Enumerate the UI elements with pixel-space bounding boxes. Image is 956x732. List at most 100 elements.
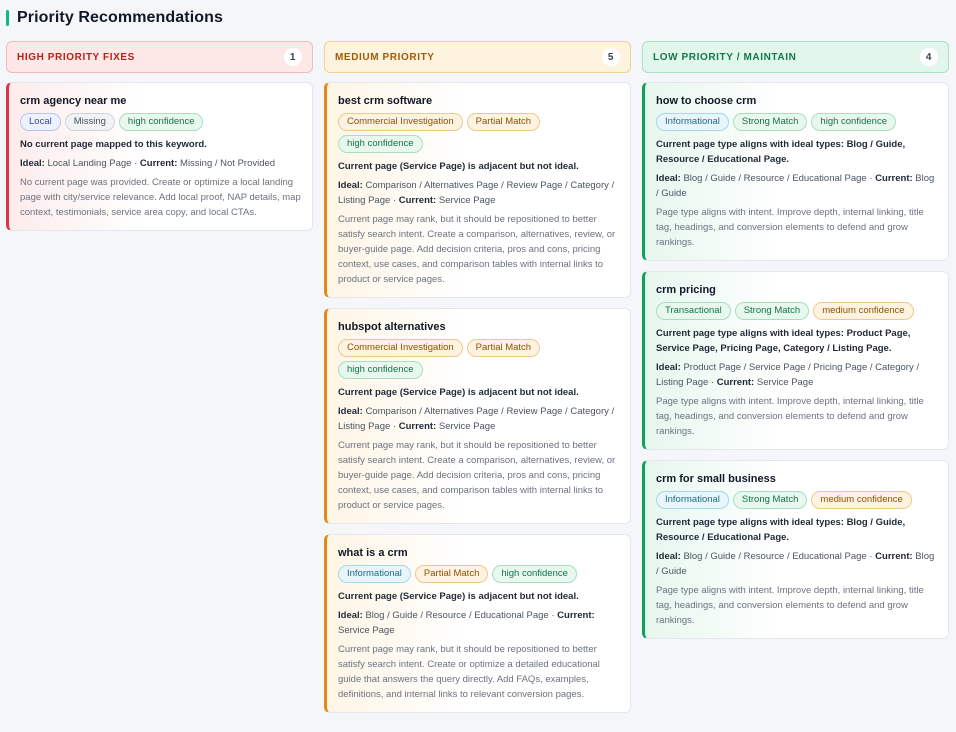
tag-list: Commercial Investigation Partial Match h… (338, 113, 620, 153)
current-label: Current: (557, 610, 595, 621)
ideal-label: Ideal: (656, 551, 681, 562)
intent-tag: Informational (338, 565, 411, 583)
summary-text: Current page type aligns with ideal type… (656, 139, 906, 165)
ideal-current-line: Ideal: Blog / Guide / Resource / Educati… (656, 551, 935, 577)
keyword-title: hubspot alternatives (338, 321, 446, 333)
column-header: LOW PRIORITY / MAINTAIN 4 (642, 41, 949, 73)
ideal-value: Blog / Guide / Resource / Educational Pa… (365, 610, 549, 621)
confidence-tag: high confidence (118, 113, 204, 131)
confidence-tag: high confidence (492, 565, 577, 583)
current-label: Current: (716, 377, 755, 388)
count-badge: 5 (602, 48, 620, 66)
summary-text: Current page type aligns with ideal type… (656, 517, 906, 543)
ideal-value: Blog / Guide / Resource / Educational Pa… (683, 551, 867, 562)
current-value: Missing / Not Provided (180, 158, 276, 169)
ideal-current-line: Ideal: Comparison / Alternatives Page / … (338, 180, 615, 206)
tag-list: Local Missing high confidence (20, 113, 302, 131)
confidence-tag: medium confidence (811, 491, 912, 509)
summary-text: Current page type aligns with ideal type… (656, 328, 911, 354)
count-badge: 4 (920, 48, 938, 66)
current-label: Current: (875, 551, 913, 562)
current-value: Service Page (338, 625, 395, 636)
current-label: Current: (139, 158, 178, 169)
column-title: HIGH PRIORITY FIXES (17, 51, 135, 63)
ideal-label: Ideal: (656, 362, 681, 373)
match-tag: Missing (64, 113, 115, 131)
recommendation-card[interactable]: hubspot alternatives Commercial Investig… (324, 308, 631, 524)
intent-tag: Transactional (656, 302, 731, 320)
summary-text: Current page (Service Page) is adjacent … (338, 591, 579, 602)
page-header: Priority Recommendations (6, 8, 223, 28)
column-high-priority: HIGH PRIORITY FIXES 1 crm agency near me… (6, 41, 313, 231)
page-title: Priority Recommendations (17, 9, 224, 26)
tag-list: Informational Partial Match high confide… (338, 565, 620, 583)
intent-tag: Local (20, 113, 61, 131)
title-accent-bar (6, 10, 9, 26)
column-title: LOW PRIORITY / MAINTAIN (653, 51, 797, 63)
ideal-value: Blog / Guide / Resource / Educational Pa… (683, 173, 867, 184)
confidence-tag: medium confidence (813, 302, 914, 320)
description-text: No current page was provided. Create or … (20, 177, 301, 218)
tag-list: Informational Strong Match medium confid… (656, 491, 938, 509)
keyword-title: how to choose crm (656, 95, 757, 107)
column-header: MEDIUM PRIORITY 5 (324, 41, 631, 73)
recommendation-card[interactable]: best crm software Commercial Investigati… (324, 82, 631, 298)
current-label: Current: (875, 173, 913, 184)
count-badge: 1 (284, 48, 302, 66)
ideal-current-line: Ideal: Local Landing Page · Current: Mis… (20, 158, 276, 169)
ideal-value: Local Landing Page (47, 158, 132, 169)
card-list: crm agency near me Local Missing high co… (6, 82, 313, 231)
summary-text: Current page (Service Page) is adjacent … (338, 161, 579, 172)
column-header: HIGH PRIORITY FIXES 1 (6, 41, 313, 73)
current-value: Service Page (438, 195, 496, 206)
summary-text: Current page (Service Page) is adjacent … (338, 387, 579, 398)
card-list: best crm software Commercial Investigati… (324, 82, 631, 713)
keyword-title: crm pricing (656, 284, 716, 296)
description-text: Page type aligns with intent. Improve de… (656, 396, 924, 437)
current-value: Service Page (438, 421, 496, 432)
match-tag: Partial Match (466, 113, 541, 131)
tag-list: Commercial Investigation Partial Match h… (338, 339, 620, 379)
match-tag: Partial Match (466, 339, 541, 357)
ideal-label: Ideal: (338, 610, 363, 621)
recommendation-card[interactable]: crm pricing Transactional Strong Match m… (642, 271, 949, 450)
ideal-current-line: Ideal: Blog / Guide / Resource / Educati… (338, 610, 595, 636)
column-title: MEDIUM PRIORITY (335, 51, 435, 63)
column-low-priority: LOW PRIORITY / MAINTAIN 4 how to choose … (642, 41, 949, 639)
match-tag: Strong Match (732, 113, 808, 131)
confidence-tag: high confidence (338, 135, 423, 153)
keyword-title: best crm software (338, 95, 433, 107)
intent-tag: Commercial Investigation (338, 339, 463, 357)
description-text: Page type aligns with intent. Improve de… (656, 585, 924, 626)
recommendation-card[interactable]: crm for small business Informational Str… (642, 460, 949, 639)
description-text: Current page may rank, but it should be … (338, 644, 600, 700)
keyword-title: what is a crm (338, 547, 408, 559)
recommendation-card[interactable]: what is a crm Informational Partial Matc… (324, 534, 631, 713)
ideal-label: Ideal: (656, 173, 681, 184)
tag-list: Transactional Strong Match medium confid… (656, 302, 938, 320)
ideal-label: Ideal: (338, 180, 363, 191)
intent-tag: Commercial Investigation (338, 113, 463, 131)
ideal-current-line: Ideal: Product Page / Service Page / Pri… (656, 362, 919, 388)
description-text: Current page may rank, but it should be … (338, 440, 616, 511)
column-medium-priority: MEDIUM PRIORITY 5 best crm software Comm… (324, 41, 631, 713)
recommendation-card[interactable]: how to choose crm Informational Strong M… (642, 82, 949, 261)
match-tag: Partial Match (414, 565, 489, 583)
intent-tag: Informational (656, 113, 729, 131)
current-value: Service Page (756, 377, 814, 388)
ideal-label: Ideal: (338, 406, 363, 417)
tag-list: Informational Strong Match high confiden… (656, 113, 938, 131)
current-label: Current: (398, 195, 437, 206)
keyword-title: crm agency near me (20, 95, 127, 107)
ideal-label: Ideal: (20, 158, 45, 169)
match-tag: Strong Match (734, 302, 810, 320)
match-tag: Strong Match (732, 491, 808, 509)
ideal-current-line: Ideal: Blog / Guide / Resource / Educati… (656, 173, 935, 199)
current-label: Current: (398, 421, 437, 432)
description-text: Page type aligns with intent. Improve de… (656, 207, 924, 248)
card-list: how to choose crm Informational Strong M… (642, 82, 949, 639)
confidence-tag: high confidence (338, 361, 423, 379)
recommendation-card[interactable]: crm agency near me Local Missing high co… (6, 82, 313, 231)
summary-text: No current page mapped to this keyword. (20, 139, 207, 150)
ideal-current-line: Ideal: Comparison / Alternatives Page / … (338, 406, 615, 432)
